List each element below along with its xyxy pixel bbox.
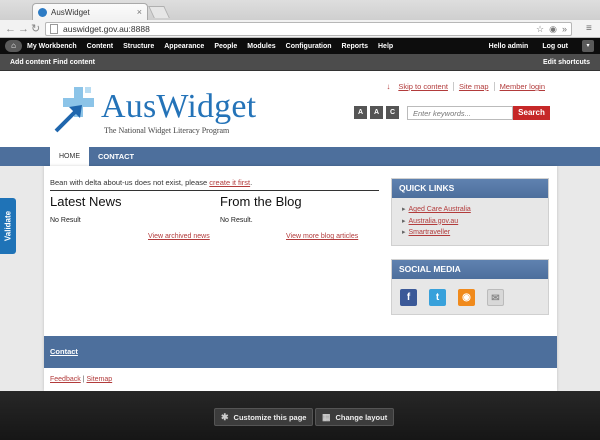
browser-menu-icon[interactable]: ≡: [586, 23, 592, 35]
quick-link-smartraveller[interactable]: Smartraveller: [409, 229, 451, 236]
browser-tab-strip: AusWidget ×: [0, 0, 600, 20]
admin-toolbar: ⌂ My Workbench Content Structure Appeara…: [0, 38, 600, 54]
panelizer-bar: ✱ Customize this page ▦ Change layout: [0, 391, 600, 440]
admin-menu-help[interactable]: Help: [378, 43, 393, 50]
nav-home-tab[interactable]: HOME: [50, 147, 89, 166]
social-media-heading: SOCIAL MEDIA: [392, 260, 548, 279]
admin-menu-my-workbench[interactable]: My Workbench: [27, 43, 77, 50]
latest-news-empty: No Result: [50, 217, 81, 224]
site-logo-text[interactable]: AusWidget: [101, 88, 256, 126]
find-content-link[interactable]: Find content: [53, 54, 95, 71]
drawer-toggle-icon[interactable]: ▾: [582, 40, 594, 52]
tab-title: AusWidget: [51, 7, 90, 17]
admin-menu: My Workbench Content Structure Appearanc…: [27, 38, 403, 54]
logout-link[interactable]: Log out: [542, 43, 568, 50]
customize-page-button[interactable]: ✱ Customize this page: [214, 408, 314, 426]
rss-icon[interactable]: ◉: [458, 289, 475, 306]
admin-menu-content[interactable]: Content: [87, 43, 113, 50]
footer-contact-link[interactable]: Contact: [50, 347, 78, 356]
auswidget-logo-icon[interactable]: [52, 85, 102, 137]
top-links: ↓ Skip to content Site map Member login: [386, 82, 550, 91]
main-nav: HOME CONTACT: [0, 147, 600, 166]
member-login-link[interactable]: Member login: [493, 82, 550, 91]
validate-tab[interactable]: Validate: [0, 198, 16, 254]
reload-icon[interactable]: ↻: [31, 22, 40, 36]
twitter-icon[interactable]: t: [429, 289, 446, 306]
footer-separator: |: [82, 376, 85, 383]
edit-shortcuts-link[interactable]: Edit shortcuts: [543, 54, 590, 71]
search-button[interactable]: Search: [513, 106, 550, 120]
url-text[interactable]: auswidget.gov.au:8888: [63, 24, 531, 34]
quick-links-heading: QUICK LINKS: [392, 179, 548, 198]
footer-band: Contact: [44, 336, 557, 368]
customize-page-label: Customize this page: [233, 412, 307, 422]
extension-icon[interactable]: ◉: [549, 24, 557, 35]
latest-news-heading: Latest News: [50, 194, 122, 209]
page-icon: [50, 24, 58, 34]
admin-menu-structure[interactable]: Structure: [123, 43, 154, 50]
admin-menu-configuration[interactable]: Configuration: [286, 43, 332, 50]
bookmark-star-icon[interactable]: ☆: [536, 24, 544, 35]
skip-to-content-link[interactable]: Skip to content: [393, 82, 453, 91]
quick-link-aged-care[interactable]: Aged Care Australia: [409, 206, 471, 213]
favicon-icon: [38, 7, 47, 17]
font-reset-button[interactable]: C: [386, 106, 399, 119]
admin-menu-appearance[interactable]: Appearance: [164, 43, 204, 50]
new-tab-button[interactable]: [148, 6, 170, 18]
nav-contact-tab[interactable]: CONTACT: [98, 147, 134, 166]
admin-greeting-link[interactable]: Hello admin: [489, 43, 529, 50]
font-decrease-button[interactable]: A: [354, 106, 367, 119]
search-input[interactable]: Enter keywords...: [407, 106, 513, 120]
font-increase-button[interactable]: A: [370, 106, 383, 119]
shortcut-bar: Add content Find content Edit shortcuts: [0, 54, 600, 71]
admin-user-links: Hello admin Log out: [475, 38, 568, 54]
facebook-icon[interactable]: f: [400, 289, 417, 306]
font-size-controls: A A C: [354, 106, 402, 119]
admin-menu-reports[interactable]: Reports: [342, 43, 368, 50]
change-layout-button[interactable]: ▦ Change layout: [315, 408, 395, 426]
view-more-blog-link[interactable]: View more blog articles: [286, 233, 358, 240]
quick-link-australia-gov[interactable]: Australia.gov.au: [409, 218, 459, 225]
admin-menu-people[interactable]: People: [214, 43, 237, 50]
list-item[interactable]: ▸ Smartraveller: [402, 227, 548, 239]
sub-footer: Feedback | Sitemap: [50, 376, 112, 383]
admin-menu-modules[interactable]: Modules: [247, 43, 275, 50]
back-icon[interactable]: ←: [5, 22, 16, 36]
blog-heading: From the Blog: [220, 194, 302, 209]
more-icon[interactable]: »: [562, 24, 567, 34]
sitemap-link[interactable]: Sitemap: [86, 376, 112, 383]
gear-icon: ✱: [221, 411, 229, 422]
browser-tab[interactable]: AusWidget ×: [32, 3, 148, 20]
validate-label: Validate: [3, 210, 13, 242]
notice-text: Bean with delta about-us does not exist,…: [50, 178, 210, 187]
missing-bean-notice: Bean with delta about-us does not exist,…: [50, 178, 379, 191]
skip-arrow-icon: ↓: [386, 82, 391, 91]
quick-links-list: ▸ Aged Care Australia ▸ Australia.gov.au ▸…: [392, 198, 548, 243]
site-tagline: The National Widget Literacy Program: [104, 126, 230, 135]
quick-links-block: QUICK LINKS ▸ Aged Care Australia ▸ Austra…: [391, 178, 549, 246]
social-icons: f t ◉ ✉: [392, 279, 548, 319]
notice-end: .: [250, 178, 253, 187]
list-item[interactable]: ▸ Aged Care Australia: [402, 204, 548, 216]
create-it-first-link[interactable]: create it first: [209, 178, 250, 187]
forward-icon[interactable]: →: [18, 22, 29, 36]
list-item[interactable]: ▸ Australia.gov.au: [402, 216, 548, 228]
tab-close-icon[interactable]: ×: [137, 7, 142, 17]
email-icon[interactable]: ✉: [487, 289, 504, 306]
add-content-link[interactable]: Add content: [10, 54, 51, 71]
layout-grid-icon: ▦: [322, 411, 331, 422]
feedback-link[interactable]: Feedback: [50, 376, 81, 383]
social-media-block: SOCIAL MEDIA f t ◉ ✉: [391, 259, 549, 315]
address-bar[interactable]: auswidget.gov.au:8888 ☆ ◉ »: [45, 22, 572, 36]
blog-empty: No Result.: [220, 217, 253, 224]
change-layout-label: Change layout: [335, 412, 388, 422]
view-archived-news-link[interactable]: View archived news: [148, 233, 210, 240]
browser-toolbar: ← → ↻ auswidget.gov.au:8888 ☆ ◉ » ≡: [0, 20, 600, 38]
home-icon[interactable]: ⌂: [5, 40, 22, 52]
site-map-link[interactable]: Site map: [452, 82, 494, 91]
